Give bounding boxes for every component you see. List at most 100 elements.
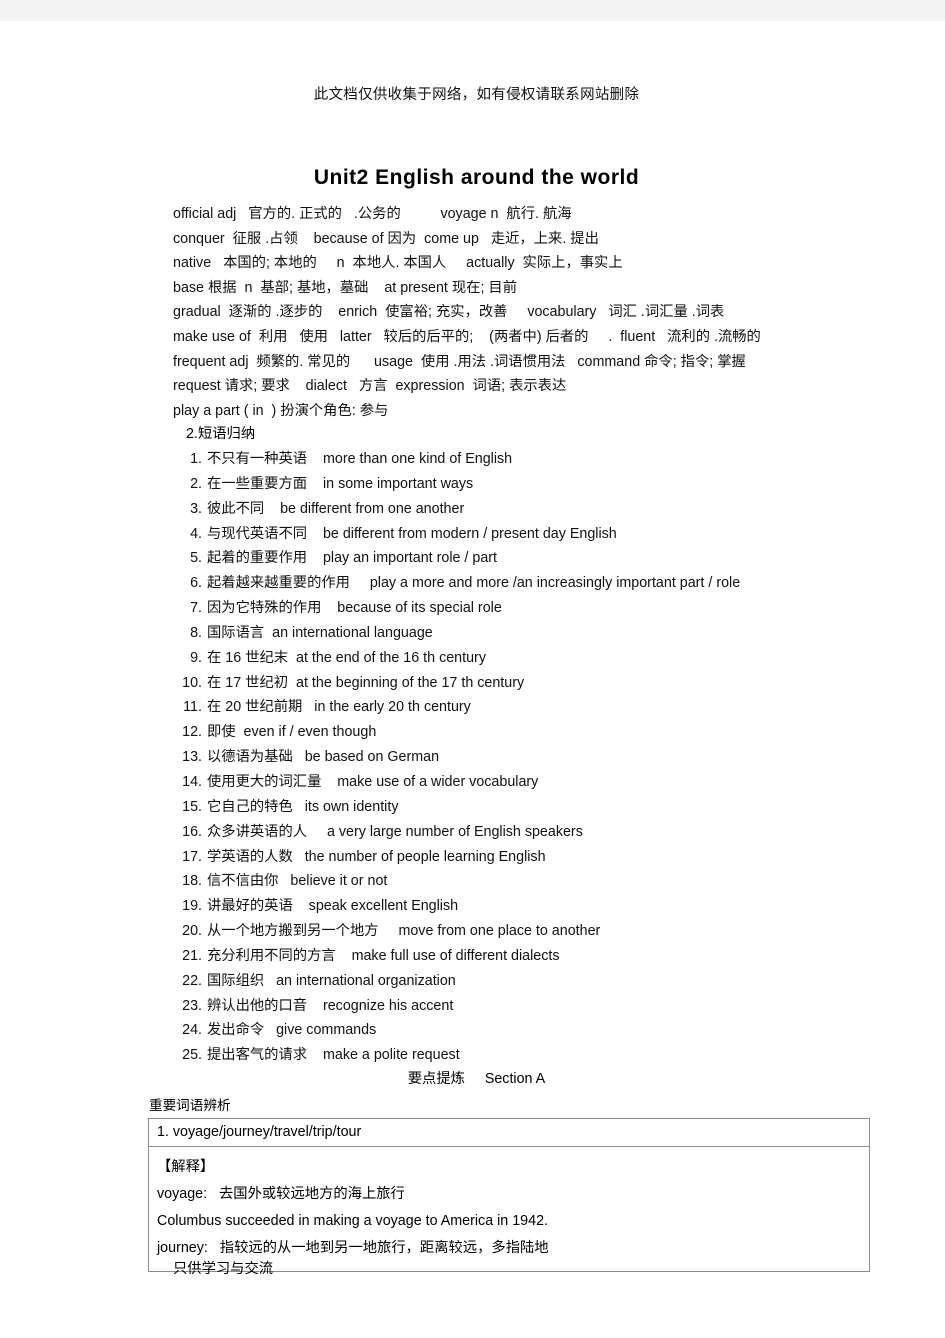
document-page: 此文档仅供收集于网络，如有侵权请联系网站删除 Unit2 English aro… (8, 21, 945, 1338)
list-item-chinese: 发出命令 (207, 1022, 265, 1039)
list-item-number: 25. (182, 1047, 202, 1064)
list-item-chinese: 使用更大的词汇量 (207, 773, 322, 790)
term-comparison-table: 1. voyage/journey/travel/trip/tour 【解释】 … (148, 1118, 870, 1272)
list-item-english: recognize his accent (322, 997, 454, 1014)
list-item-english: make use of a wider vocabulary (337, 773, 539, 790)
list-item-number: 8. (190, 624, 202, 641)
list-item: 18. 信不信由你 believe it or not (176, 869, 916, 894)
list-item-english: play a more and more /an increasingly im… (369, 575, 741, 592)
list-item-number: 2. (190, 475, 202, 492)
list-item-english: be based on German (304, 749, 440, 766)
list-item-english: an international organization (276, 972, 456, 989)
vocabulary-line: make use of 利用 使用 latter 较后的后平的; (两者中) 后… (173, 328, 761, 345)
phrase-list: 1. 不只有一种英语 more than one kind of English … (176, 447, 916, 1068)
list-item-english: be different from one another (280, 500, 465, 517)
list-item-number: 23. (182, 997, 202, 1014)
list-item-number: 13. (182, 749, 202, 766)
list-item-english: an international language (272, 624, 433, 641)
list-item-chinese: 信不信由你 (207, 873, 279, 890)
vocabulary-line: gradual 逐渐的 .逐步的 enrich 使富裕; 充实，改善 vocab… (173, 304, 725, 321)
list-item-number: 6. (190, 575, 202, 592)
list-item: 12. 即使 even if / even though (176, 720, 916, 745)
list-item-english: be different from modern / present day E… (322, 525, 617, 542)
list-item-number: 10. (182, 674, 202, 691)
vocabulary-line: base 根据 n 基部; 基地，墓础 at present 现在; 目前 (173, 279, 518, 296)
list-item: 8. 国际语言 an international language (176, 621, 916, 646)
list-item-english: at the end of the 16 th century (296, 649, 486, 666)
list-item-english: the number of people learning English (304, 848, 546, 865)
list-item-chinese: 学英语的人数 (207, 848, 293, 865)
list-item-number: 24. (182, 1022, 202, 1039)
table-caption: 重要词语辨析 (149, 1098, 231, 1113)
table-cell-line: Columbus succeeded in making a voyage to… (157, 1213, 549, 1229)
list-item: 4. 与现代英语不同 be different from modern / pre… (176, 522, 916, 547)
list-item: 22. 国际组织 an international organization (176, 969, 916, 994)
list-item-english: at the beginning of the 17 th century (296, 674, 525, 691)
list-item-chinese: 以德语为基础 (207, 749, 293, 766)
list-item-english: play an important role / part (322, 550, 498, 567)
list-item: 24. 发出命令 give commands (176, 1018, 916, 1043)
list-item-number: 15. (182, 798, 202, 815)
list-item-number: 22. (182, 972, 202, 989)
list-item-chinese: 它自己的特色 (207, 798, 293, 815)
list-item-number: 21. (182, 947, 202, 964)
list-item: 14. 使用更大的词汇量 make use of a wider vocabula… (176, 770, 916, 795)
list-item-number: 1. (190, 451, 202, 467)
list-item: 3. 彼此不同 be different from one another (176, 497, 916, 522)
top-watermark: 此文档仅供收集于网络，如有侵权请联系网站删除 (313, 87, 640, 103)
list-item-english: make full use of different dialects (351, 947, 560, 964)
list-item-number: 18. (182, 873, 202, 890)
list-item: 15. 它自己的特色 its own identity (176, 795, 916, 820)
list-item-english: in the early 20 th century (314, 699, 471, 716)
bottom-watermark: 只供学习与交流 (173, 1261, 274, 1277)
list-item-chinese: 讲最好的英语 (207, 898, 293, 915)
list-item-chinese: 在 20 世纪前期 (207, 699, 303, 716)
list-item-number: 5. (190, 550, 202, 567)
table-row: 【解释】 voyage: 去国外或较远地方的海上旅行 Columbus succ… (149, 1147, 869, 1271)
list-item-chinese: 从一个地方搬到另一个地方 (207, 923, 379, 940)
list-item-chinese: 国际组织 (207, 972, 265, 989)
list-item-english: give commands (276, 1022, 377, 1039)
list-item: 23. 辨认出他的口音 recognize his accent (176, 994, 916, 1019)
list-item-chinese: 国际语言 (207, 624, 265, 641)
vocabulary-block: official adj 官方的. 正式的 .公务的 voyage n 航行. … (173, 202, 893, 423)
list-item: 5. 起着的重要作用 play an important role / part (176, 546, 916, 571)
list-item: 9. 在 16 世纪末 at the end of the 16 th centu… (176, 646, 916, 671)
list-item: 16. 众多讲英语的人 a very large number of Englis… (176, 820, 916, 845)
list-item-number: 19. (182, 898, 202, 915)
list-item-english: make a polite request (322, 1047, 460, 1064)
list-item-number: 17. (182, 848, 202, 865)
list-item-chinese: 不只有一种英语 (207, 451, 308, 467)
list-item-number: 7. (190, 600, 202, 617)
vocabulary-line: frequent adj 频繁的. 常见的 usage 使用 .用法 .词语惯用… (173, 353, 746, 370)
list-item-english: because of its special role (337, 600, 502, 617)
vocabulary-line: official adj 官方的. 正式的 .公务的 voyage n 航行. … (173, 206, 572, 222)
list-item-chinese: 彼此不同 (207, 500, 265, 517)
list-item: 20. 从一个地方搬到另一个地方 move from one place to a… (176, 919, 916, 944)
list-item-english: speak excellent English (308, 898, 459, 915)
list-item: 21. 充分利用不同的方言 make full use of different … (176, 944, 916, 969)
list-item: 11. 在 20 世纪前期 in the early 20 th century (176, 695, 916, 720)
list-item-number: 11. (183, 699, 202, 716)
list-item: 6. 起着越来越重要的作用 play a more and more /an in… (176, 571, 916, 596)
list-item: 2. 在一些重要方面 in some important ways (176, 472, 916, 497)
list-item-english: in some important ways (322, 475, 474, 492)
list-item-english: more than one kind of English (322, 451, 513, 467)
list-item-chinese: 在 16 世纪末 (207, 649, 289, 666)
list-item: 13. 以德语为基础 be based on German (176, 745, 916, 770)
list-item: 19. 讲最好的英语 speak excellent English (176, 894, 916, 919)
list-item-number: 20. (182, 923, 202, 940)
section-heading-phrases: 2.短语归纳 (186, 426, 256, 442)
list-item-english: its own identity (304, 798, 399, 815)
section-a-note: 要点提炼 Section A (407, 1071, 546, 1087)
list-item-chinese: 起着越来越重要的作用 (207, 575, 350, 592)
table-cell-line: voyage: 去国外或较远地方的海上旅行 (157, 1186, 405, 1202)
table-cell-line: 【解释】 (157, 1159, 215, 1175)
vocabulary-line: request 请求; 要求 dialect 方言 expression 词语;… (173, 378, 567, 395)
page-title: Unit2 English around the world (313, 166, 640, 190)
list-item-english: move from one place to another (398, 923, 601, 940)
list-item-number: 9. (190, 649, 202, 666)
list-item-chinese: 与现代英语不同 (207, 525, 308, 542)
list-item-number: 16. (182, 823, 202, 840)
list-item: 7. 因为它特殊的作用 because of its special role (176, 596, 916, 621)
